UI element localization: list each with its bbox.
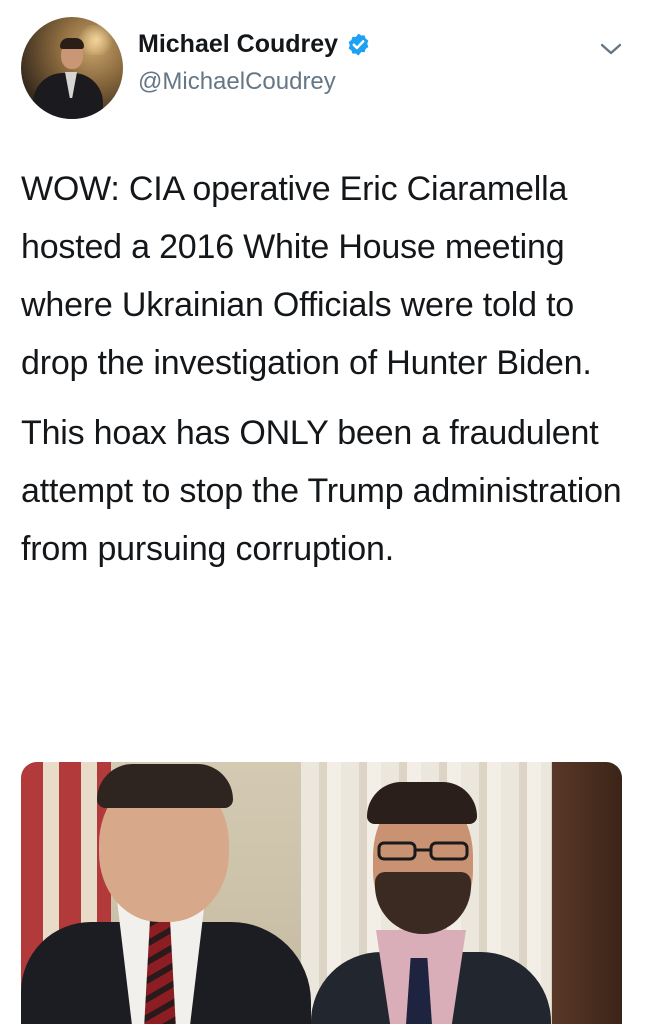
author-name-row[interactable]: Michael Coudrey [138,30,371,59]
avatar-figure-hair [60,38,84,49]
tweet-paragraph-1: WOW: CIA operative Eric Ciaramella hoste… [21,170,592,382]
tweet-text: WOW: CIA operative Eric Ciaramella hoste… [21,160,631,578]
photo-doorframe [552,762,622,1024]
tweet[interactable]: Michael Coudrey @MichaelCoudrey WOW: CIA… [0,0,650,1024]
verified-badge-icon [348,33,369,56]
tweet-paragraph-2: This hoax has ONLY been a fraudulent att… [21,414,622,568]
photo-person-left-hair [97,764,233,808]
author-handle[interactable]: @MichaelCoudrey [138,68,336,96]
author-name[interactable]: Michael Coudrey [138,30,338,59]
tweet-photo[interactable] [21,762,622,1024]
photo-person-right-glasses [377,841,469,861]
photo-person-right-hair [367,782,477,824]
chevron-down-icon[interactable] [598,38,624,60]
avatar[interactable] [21,17,123,119]
